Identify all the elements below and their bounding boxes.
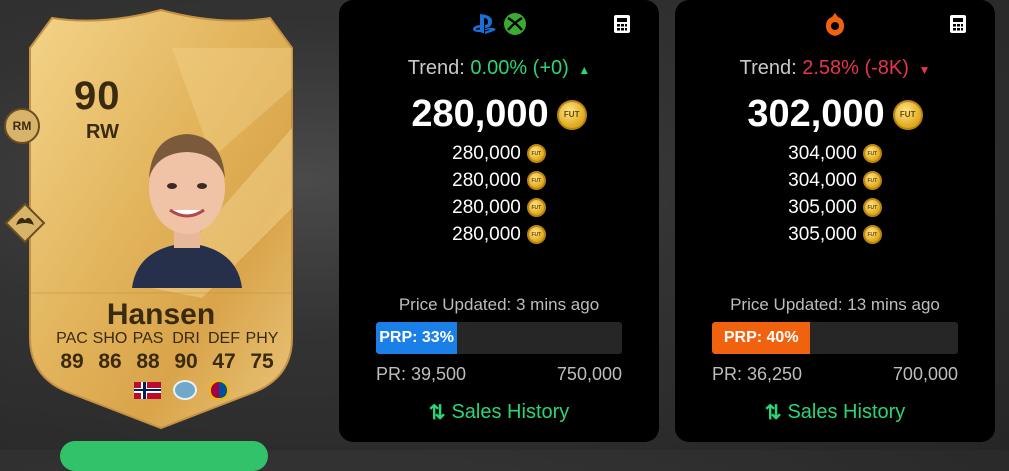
stats-row: PAC 89 SHO 86 PAS 88 DRI 90 DEF 47 PHY 75	[54, 330, 280, 374]
listing-prices: 304,000 FUT 304,000 FUT 305,000 FUT 305,000…	[675, 140, 995, 248]
main-price: 302,000 FUT	[675, 93, 995, 136]
alt-position-badge: RM	[4, 108, 40, 144]
action-button[interactable]	[60, 441, 268, 471]
stat-label: DRI	[172, 330, 200, 347]
price-range: PR: 39,500 750,000	[376, 364, 622, 385]
stat-pac: PAC 89	[54, 330, 90, 374]
platform-icons	[675, 12, 995, 38]
stat-phy: PHY 75	[244, 330, 280, 374]
stat-value: 47	[212, 350, 236, 373]
listing-value: 280,000	[452, 223, 521, 245]
stat-value: 75	[250, 350, 274, 373]
stat-value: 88	[136, 350, 160, 373]
trend-down-icon: ▼	[918, 63, 931, 77]
coin-icon: FUT	[556, 99, 587, 130]
coin-icon: FUT	[526, 171, 546, 190]
stat-value: 90	[174, 350, 198, 373]
stat-label: PHY	[245, 330, 279, 347]
sort-arrows-icon: ⇅	[764, 402, 782, 424]
listing-price: 305,000 FUT	[675, 194, 995, 221]
norway-flag-icon	[134, 381, 161, 399]
player-card-area: 90 RW Hansen PAC 89 SHO 86 PAS 88 DRI 90 DEF…	[0, 0, 330, 471]
listing-price: 280,000 FUT	[339, 140, 659, 167]
listing-price: 304,000 FUT	[675, 167, 995, 194]
listing-price: 280,000 FUT	[339, 221, 659, 248]
price-value: 280,000	[411, 93, 549, 135]
coin-icon: FUT	[892, 99, 923, 130]
price-value: 302,000	[747, 93, 885, 135]
stat-value: 86	[98, 350, 122, 373]
trend-line: Trend: 0.00% (+0) ▲	[339, 57, 659, 80]
sales-history-label: Sales History	[451, 401, 570, 423]
listing-value: 280,000	[452, 169, 521, 191]
platform-icons	[339, 12, 659, 36]
player-position: RW	[86, 121, 119, 143]
barcelona-crest-icon	[209, 380, 229, 400]
prp-bar: PRP: 40%	[712, 322, 958, 354]
coin-icon: FUT	[862, 171, 882, 190]
stat-value: 89	[60, 350, 84, 373]
price-updated: Price Updated: 3 mins ago	[398, 295, 600, 314]
stat-sho: SHO 86	[92, 330, 128, 374]
chemistry-style-icon	[4, 202, 46, 244]
listing-price: 305,000 FUT	[675, 221, 995, 248]
trend-value: 2.58% (-8K)	[802, 57, 909, 79]
player-rating: 90	[74, 74, 121, 118]
card-badges	[134, 380, 229, 400]
coin-icon: FUT	[862, 144, 882, 163]
prp-bar: PRP: 33%	[376, 322, 622, 354]
playstation-icon	[473, 14, 496, 34]
price-range: PR: 36,250 700,000	[712, 364, 958, 385]
trend-value: 0.00% (+0)	[470, 57, 569, 79]
price-range-max: 700,000	[892, 364, 958, 384]
sales-history-link[interactable]: ⇅ Sales History	[339, 400, 659, 425]
stat-pas: PAS 88	[130, 330, 166, 374]
listing-price: 304,000 FUT	[675, 140, 995, 167]
listing-price: 280,000 FUT	[339, 194, 659, 221]
coin-icon: FUT	[526, 144, 546, 163]
origin-icon	[826, 13, 844, 36]
listing-value: 304,000	[788, 142, 857, 164]
trend-up-icon: ▲	[578, 63, 591, 77]
prp-fill: PRP: 33%	[376, 322, 458, 354]
player-name: Hansen	[106, 298, 216, 331]
sales-history-label: Sales History	[787, 401, 906, 423]
player-card[interactable]: 90 RW Hansen PAC 89 SHO 86 PAS 88 DRI 90 DEF…	[22, 8, 300, 433]
price-range-min: PR: 36,250	[712, 364, 803, 384]
prp-fill: PRP: 40%	[712, 322, 811, 354]
coin-icon: FUT	[526, 198, 546, 217]
stat-label: SHO	[92, 330, 128, 347]
sort-arrows-icon: ⇅	[428, 402, 446, 424]
coin-icon: FUT	[862, 225, 882, 244]
pc-price-panel: Trend: 2.58% (-8K) ▼ 302,000 FUT 304,000…	[675, 0, 995, 442]
listing-price: 280,000 FUT	[339, 167, 659, 194]
league-badge-icon	[173, 380, 197, 400]
player-portrait	[132, 134, 242, 288]
listing-value: 305,000	[788, 223, 857, 245]
sales-history-link[interactable]: ⇅ Sales History	[675, 400, 995, 425]
coin-icon: FUT	[526, 225, 546, 244]
stat-label: PAC	[56, 330, 88, 347]
listing-prices: 280,000 FUT 280,000 FUT 280,000 FUT 280,000…	[339, 140, 659, 248]
listing-value: 280,000	[452, 142, 521, 164]
listing-value: 280,000	[452, 196, 521, 218]
trend-label: Trend:	[739, 57, 797, 79]
price-updated: Price Updated: 13 mins ago	[730, 295, 940, 314]
stat-label: DEF	[208, 330, 240, 347]
xbox-icon	[504, 13, 526, 35]
calculator-icon[interactable]	[613, 14, 631, 34]
trend-label: Trend:	[407, 57, 465, 79]
price-range-max: 750,000	[556, 364, 622, 384]
trend-line: Trend: 2.58% (-8K) ▼	[675, 57, 995, 80]
calculator-icon[interactable]	[949, 14, 967, 34]
console-price-panel: Trend: 0.00% (+0) ▲ 280,000 FUT 280,000 F…	[339, 0, 659, 442]
listing-value: 304,000	[788, 169, 857, 191]
stat-label: PAS	[132, 330, 164, 347]
listing-value: 305,000	[788, 196, 857, 218]
stat-def: DEF 47	[206, 330, 242, 374]
main-price: 280,000 FUT	[339, 93, 659, 136]
price-range-min: PR: 39,500	[376, 364, 467, 384]
coin-icon: FUT	[862, 198, 882, 217]
stat-dri: DRI 90	[168, 330, 204, 374]
